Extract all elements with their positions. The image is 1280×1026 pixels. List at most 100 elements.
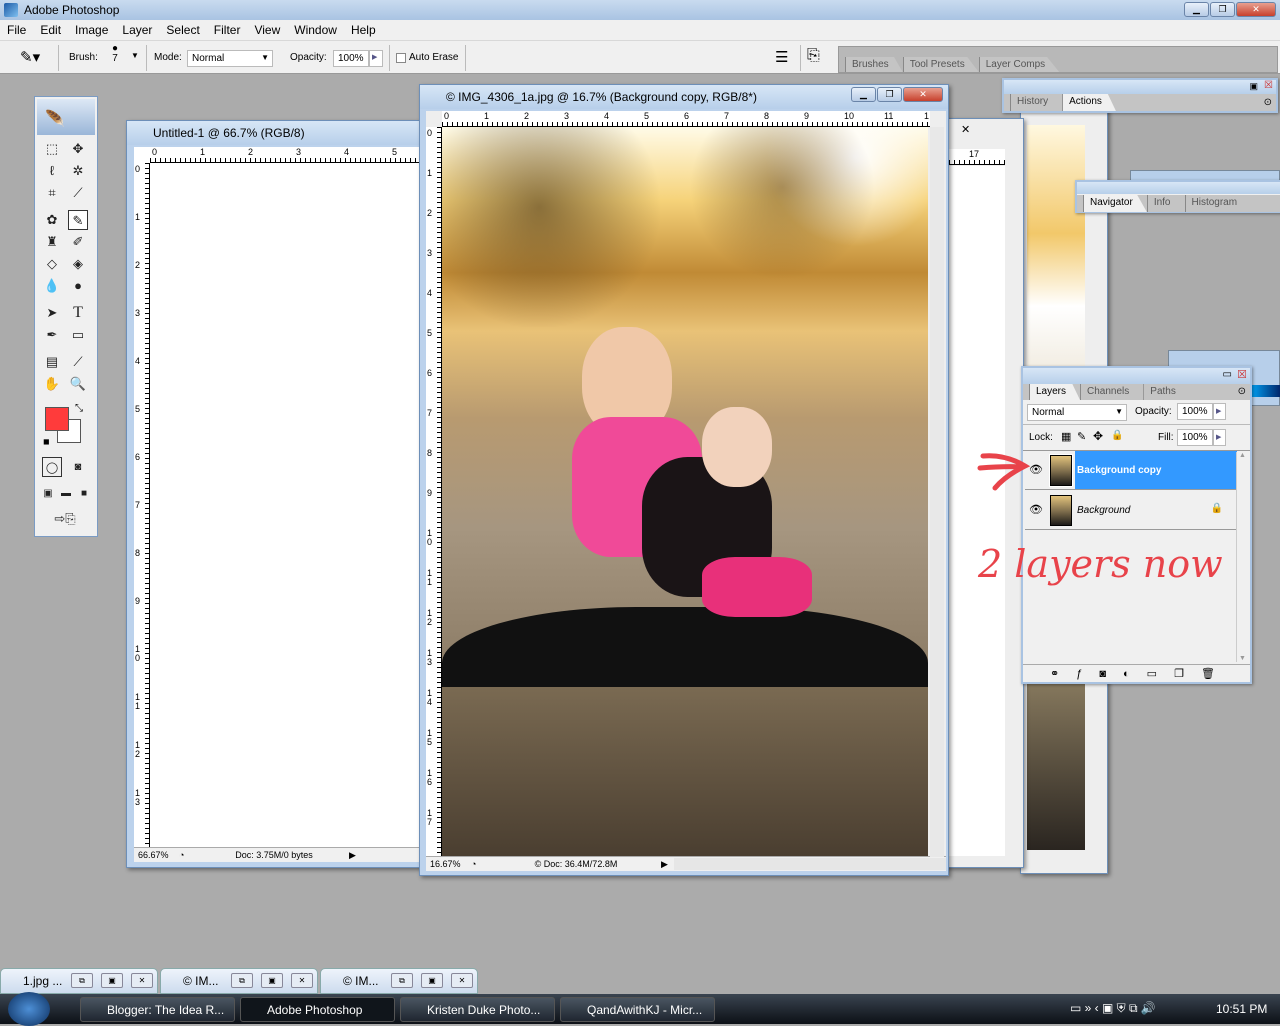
screen-mode-full-menu-icon[interactable]: ▬ [56, 484, 76, 504]
lasso-tool-icon[interactable]: ℓ [42, 161, 62, 181]
opacity-input[interactable]: 100% [333, 50, 369, 67]
system-tray-icons[interactable]: ▭ » ‹ ▣ ⛨ ⧉ 🔊 [1070, 1001, 1156, 1016]
status-info-icon[interactable]: ◔ [179, 850, 199, 860]
feather-logo[interactable]: 🪶 [37, 99, 95, 135]
doc-maximize-button[interactable]: ❐ [877, 87, 902, 102]
fill-input[interactable]: 100% [1177, 429, 1213, 446]
pencil-tool-icon[interactable]: ✎ [68, 210, 88, 230]
pen-tool-icon[interactable]: ✒ [42, 325, 62, 345]
zoom-tool-icon[interactable]: 🔍 [68, 374, 88, 394]
close-icon[interactable]: ✕ [961, 123, 970, 136]
slice-tool-icon[interactable]: ⟋ [68, 183, 88, 203]
link-layers-icon[interactable]: ⚭ [1050, 667, 1059, 680]
menu-layer[interactable]: Layer [122, 23, 152, 37]
menu-select[interactable]: Select [166, 23, 199, 37]
move-tool-icon[interactable]: ✥ [68, 139, 88, 159]
standard-mode-icon[interactable]: ◯ [42, 457, 62, 477]
magic-wand-icon[interactable]: ✲ [68, 161, 88, 181]
tab-layers[interactable]: Layers [1029, 384, 1081, 400]
pencil-tool-preset-icon[interactable]: ✎▾ [20, 48, 40, 66]
healing-brush-icon[interactable]: ✿ [42, 210, 62, 230]
menu-view[interactable]: View [254, 23, 280, 37]
menu-file[interactable]: File [7, 23, 26, 37]
menu-filter[interactable]: Filter [214, 23, 241, 37]
opacity-slider-button[interactable]: ▶ [1213, 403, 1226, 420]
eye-visibility-icon[interactable]: 👁 [1029, 503, 1043, 516]
layers-scrollbar[interactable]: ▲ ▼ [1236, 452, 1248, 662]
crop-tool-icon[interactable]: ⌗ [42, 183, 62, 203]
tab-brushes[interactable]: Brushes [845, 57, 903, 72]
clone-stamp-icon[interactable]: ♜ [42, 232, 62, 252]
lock-position-icon[interactable]: ✥ [1093, 429, 1103, 443]
doc-minimize-button[interactable]: ▁ [851, 87, 876, 102]
panel-menu-icon[interactable]: ⊙ [1264, 97, 1272, 108]
lock-all-icon[interactable]: 🔒 [1111, 430, 1123, 441]
layer-opacity-input[interactable]: 100% [1177, 403, 1213, 420]
layer-name[interactable]: Background copy [1077, 465, 1161, 476]
taskbar-item-blogger[interactable]: Blogger: The Idea R... [80, 997, 235, 1022]
minimized-document-1[interactable]: 1.jpg ... ⧉ ▣ ✕ [0, 968, 158, 994]
lock-transparency-icon[interactable]: ▦ [1061, 430, 1071, 443]
menu-help[interactable]: Help [351, 23, 376, 37]
layer-row-background[interactable]: 👁 Background 🔒 [1025, 491, 1237, 530]
opacity-slider-button[interactable]: ▶ [369, 50, 383, 67]
menu-image[interactable]: Image [75, 23, 108, 37]
zoom-level[interactable]: 16.67% [426, 859, 471, 869]
brush-dropdown-icon[interactable]: ▼ [131, 51, 139, 60]
tab-navigator[interactable]: Navigator [1083, 195, 1147, 212]
panel-close-button[interactable]: ☒ [1237, 368, 1247, 381]
start-button[interactable] [8, 992, 50, 1026]
photo-canvas[interactable] [442, 127, 928, 856]
status-menu-arrow[interactable]: ▶ [661, 859, 668, 870]
eraser-tool-icon[interactable]: ◇ [42, 254, 62, 274]
layer-row-background-copy[interactable]: 👁 Background copy [1025, 451, 1237, 490]
layer-mask-icon[interactable]: ◙ [1099, 668, 1106, 680]
brush-picker[interactable]: ● 7 [112, 44, 118, 64]
lock-image-icon[interactable]: ✎ [1077, 430, 1086, 443]
layer-name[interactable]: Background [1077, 505, 1130, 516]
taskbar-item-photoshop[interactable]: Adobe Photoshop [240, 997, 395, 1022]
doc-close-button[interactable]: ✕ [903, 87, 943, 102]
taskbar-item-kristen-duke[interactable]: Kristen Duke Photo... [400, 997, 555, 1022]
close-button[interactable]: ✕ [1236, 2, 1276, 17]
notes-tool-icon[interactable]: ▤ [42, 352, 62, 372]
tab-histogram[interactable]: Histogram [1184, 195, 1252, 212]
status-menu-arrow[interactable]: ▶ [349, 850, 356, 861]
swap-colors-icon[interactable]: ⤡ [75, 403, 83, 414]
tab-info[interactable]: Info [1146, 195, 1185, 212]
tab-layer-comps[interactable]: Layer Comps [978, 57, 1060, 72]
maximize-button[interactable]: ❐ [1210, 2, 1235, 17]
dodge-tool-icon[interactable]: ● [68, 276, 88, 296]
delete-layer-icon[interactable]: 🗑 [1201, 667, 1215, 680]
screen-mode-full-icon[interactable]: ■ [74, 484, 94, 504]
tab-paths[interactable]: Paths [1143, 384, 1190, 400]
adjustment-layer-icon[interactable]: ◐ [1123, 668, 1130, 680]
default-colors-icon[interactable]: ◼ [43, 437, 50, 446]
paint-bucket-icon[interactable]: ◈ [68, 254, 88, 274]
layer-style-icon[interactable]: ƒ [1076, 668, 1082, 680]
auto-erase-checkbox[interactable] [396, 53, 406, 63]
imageready-jump-icon[interactable]: ⎘ [807, 47, 820, 65]
vertical-scrollbar[interactable] [930, 127, 944, 857]
quick-mask-icon[interactable]: ◙ [68, 457, 88, 477]
palette-options-icon[interactable]: ☰ [775, 48, 788, 66]
jump-to-imageready-icon[interactable]: ⇨⎘ [42, 509, 88, 529]
new-layer-icon[interactable]: ❐ [1174, 667, 1184, 680]
type-tool-icon[interactable]: T [68, 303, 88, 323]
menu-window[interactable]: Window [294, 23, 337, 37]
blur-tool-icon[interactable]: 💧 [42, 276, 62, 296]
blend-mode-select[interactable]: Normal ▼ [1027, 404, 1127, 421]
tab-actions[interactable]: Actions [1062, 94, 1116, 111]
fill-slider-button[interactable]: ▶ [1213, 429, 1226, 446]
minimized-document-2[interactable]: © IM... ⧉ ▣ ✕ [160, 968, 318, 994]
untitled-document-window[interactable]: Untitled-1 @ 66.7% (RGB/8) 0 1 2 3 4 5 0 1 2 3 4 5… [126, 120, 427, 868]
minimize-button[interactable]: ▁ [1184, 2, 1209, 17]
menu-edit[interactable]: Edit [40, 23, 61, 37]
document-canvas[interactable] [949, 166, 1005, 856]
minimized-document-3[interactable]: © IM... ⧉ ▣ ✕ [320, 968, 478, 994]
marquee-tool-icon[interactable]: ⬚ [42, 139, 62, 159]
path-selection-icon[interactable]: ➤ [42, 303, 62, 323]
screen-mode-standard-icon[interactable]: ▣ [38, 484, 58, 504]
panel-menu-icon[interactable]: ⊙ [1238, 386, 1246, 397]
zoom-level[interactable]: 66.67% [134, 850, 179, 860]
